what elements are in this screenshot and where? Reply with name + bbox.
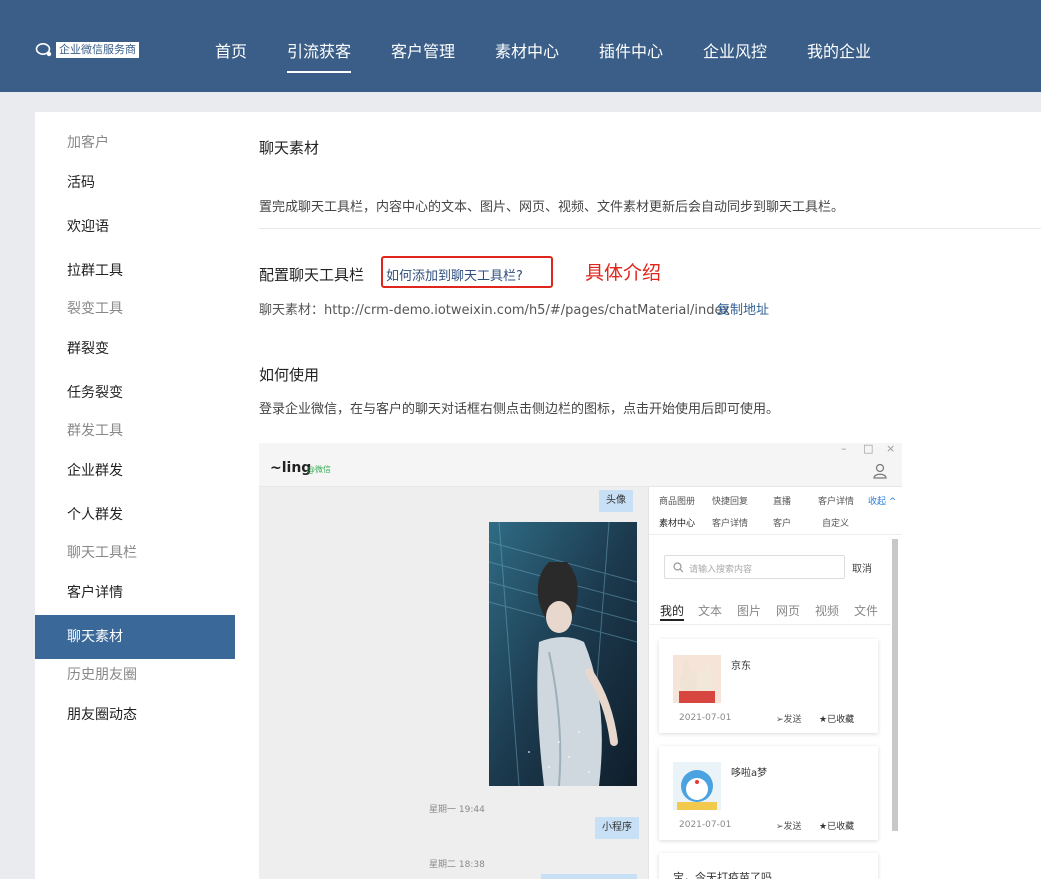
minimize-icon[interactable]: – bbox=[841, 443, 847, 455]
sidebar-item-enterprise-mass-send[interactable]: 企业群发 bbox=[67, 461, 123, 481]
sidebar-panel: 商品图册 快捷回复 直播 客户详情 收起 ^ 素材中心 客户详情 客户 自定义 … bbox=[648, 487, 902, 879]
search-input[interactable]: 请输入搜索内容 bbox=[664, 555, 845, 579]
panel-tab[interactable]: 快捷回复 bbox=[712, 494, 748, 507]
how-to-add-link[interactable]: 如何添加到聊天工具栏? bbox=[386, 265, 523, 284]
content-tab-file[interactable]: 文件 bbox=[854, 602, 878, 619]
user-profile-icon[interactable] bbox=[873, 463, 889, 479]
divider bbox=[649, 534, 902, 535]
sidebar: 加客户 活码 欢迎语 拉群工具 裂变工具 群裂变 任务裂变 群发工具 企业群发 … bbox=[35, 112, 235, 879]
sidebar-item-task-fission[interactable]: 任务裂变 bbox=[67, 383, 123, 403]
search-placeholder: 请输入搜索内容 bbox=[689, 565, 753, 575]
chat-contact-name: ~ling bbox=[270, 460, 312, 476]
annotation-label: 具体介绍 bbox=[585, 262, 662, 284]
scrollbar[interactable] bbox=[892, 539, 898, 831]
active-nav-indicator bbox=[287, 71, 351, 73]
send-button[interactable]: ➢发送 bbox=[776, 712, 802, 725]
doraemon-image-icon bbox=[673, 762, 721, 810]
main-content: 聊天素材 置完成聊天工具栏，内容中心的文本、图片、网页、视频、文件素材更新后会自… bbox=[235, 112, 1041, 879]
chat-message-area: 头像 星期一 19:44 小程序 星期二 18:38 bbox=[259, 487, 648, 879]
page-description: 置完成聊天工具栏，内容中心的文本、图片、网页、视频、文件素材更新后会自动同步到聊… bbox=[259, 200, 845, 215]
nav-customer-management[interactable]: 客户管理 bbox=[391, 41, 455, 63]
sidebar-item-welcome-message[interactable]: 欢迎语 bbox=[67, 217, 109, 237]
nav-plugin-center[interactable]: 插件中心 bbox=[599, 41, 663, 63]
sidebar-item-label: 聊天素材 bbox=[67, 629, 123, 645]
panel-tab-active[interactable]: 素材中心 bbox=[659, 516, 695, 529]
active-tab-indicator bbox=[660, 619, 684, 621]
favorite-button[interactable]: ★已收藏 bbox=[819, 712, 854, 725]
close-icon[interactable]: × bbox=[886, 443, 895, 455]
usage-screenshot: ~ling @微信 – □ × 头像 星期一 19:44 小程序 星期二 18:… bbox=[259, 443, 902, 879]
sidebar-item-personal-mass-send[interactable]: 个人群发 bbox=[67, 505, 123, 525]
content-tab-webpage[interactable]: 网页 bbox=[776, 602, 800, 619]
sidebar-group-mass-send-tools: 群发工具 bbox=[67, 423, 123, 439]
nav-material-center[interactable]: 素材中心 bbox=[495, 41, 559, 63]
content-tab-video[interactable]: 视频 bbox=[815, 602, 839, 619]
panel-tab[interactable]: 客户详情 bbox=[712, 516, 748, 529]
sidebar-group-moments-history: 历史朋友圈 bbox=[67, 667, 137, 683]
howto-section-title: 如何使用 bbox=[259, 366, 320, 384]
sidebar-item-live-code[interactable]: 活码 bbox=[67, 173, 95, 193]
avatar-bubble: 头像 bbox=[599, 490, 633, 512]
favorite-label: 已收藏 bbox=[827, 715, 855, 725]
sidebar-group-add-customer: 加客户 bbox=[67, 135, 109, 151]
collapse-button[interactable]: 收起 ^ bbox=[868, 494, 896, 507]
maximize-icon[interactable]: □ bbox=[863, 443, 873, 455]
nav-lead-generation[interactable]: 引流获客 bbox=[287, 41, 351, 63]
card-date: 2021-07-01 bbox=[679, 820, 732, 830]
sidebar-item-chat-material[interactable]: 聊天素材 bbox=[35, 615, 235, 659]
card-title: 哆啦a梦 bbox=[731, 768, 768, 779]
cancel-button[interactable]: 取消 bbox=[852, 560, 872, 575]
panel-tab[interactable]: 直播 bbox=[773, 494, 791, 507]
sidebar-item-group-pull-tool[interactable]: 拉群工具 bbox=[67, 261, 123, 281]
material-card[interactable]: 京东 2021-07-01 ➢发送 ★已收藏 bbox=[659, 639, 878, 733]
timestamp: 星期二 18:38 bbox=[429, 860, 485, 870]
page-title: 聊天素材 bbox=[259, 139, 320, 157]
card-title: 宝，今天打疫苗了吗 bbox=[673, 871, 772, 879]
send-button[interactable]: ➢发送 bbox=[776, 819, 802, 832]
message-bubble bbox=[541, 874, 637, 879]
logo[interactable]: 企业微信服务商 bbox=[35, 41, 139, 59]
panel-tab[interactable]: 客户详情 bbox=[818, 494, 854, 507]
favorite-button[interactable]: ★已收藏 bbox=[819, 819, 854, 832]
card-title: 京东 bbox=[731, 661, 751, 672]
sidebar-item-group-fission[interactable]: 群裂变 bbox=[67, 339, 109, 359]
plush-toy-image-icon bbox=[673, 655, 721, 703]
divider bbox=[259, 228, 1041, 229]
sidebar-item-moments-feed[interactable]: 朋友圈动态 bbox=[67, 705, 137, 725]
chat-bubble-icon bbox=[35, 43, 52, 57]
material-url: 聊天素材：http://crm-demo.iotweixin.com/h5/#/… bbox=[259, 303, 730, 318]
panel-tab[interactable]: 商品图册 bbox=[659, 494, 695, 507]
send-label: 发送 bbox=[783, 822, 802, 832]
chat-image bbox=[489, 522, 637, 786]
sidebar-item-customer-details[interactable]: 客户详情 bbox=[67, 583, 123, 603]
favorite-label: 已收藏 bbox=[827, 822, 855, 832]
nav-home[interactable]: 首页 bbox=[215, 41, 247, 63]
mini-program-bubble: 小程序 bbox=[595, 817, 639, 839]
nav-risk-control[interactable]: 企业风控 bbox=[703, 41, 767, 63]
woman-illustration-icon bbox=[489, 522, 637, 786]
config-section-title: 配置聊天工具栏 bbox=[259, 266, 365, 284]
chat-source-tag: @微信 bbox=[307, 465, 331, 474]
nav-my-enterprise[interactable]: 我的企业 bbox=[807, 41, 871, 63]
content-tab-text[interactable]: 文本 bbox=[698, 602, 722, 619]
content-tab-image[interactable]: 图片 bbox=[737, 602, 761, 619]
material-card[interactable]: 哆啦a梦 2021-07-01 ➢发送 ★已收藏 bbox=[659, 746, 878, 840]
material-card[interactable]: 宝，今天打疫苗了吗 bbox=[659, 853, 878, 879]
panel-tab[interactable]: 客户 bbox=[773, 516, 791, 529]
copy-address-link[interactable]: 复制地址 bbox=[717, 299, 769, 318]
divider bbox=[649, 624, 891, 625]
logo-text: 企业微信服务商 bbox=[56, 42, 139, 58]
sidebar-group-fission-tools: 裂变工具 bbox=[67, 301, 123, 317]
sidebar-group-chat-toolbar: 聊天工具栏 bbox=[67, 545, 137, 561]
top-navigation-bar: 企业微信服务商 首页 引流获客 客户管理 素材中心 插件中心 企业风控 我的企业 bbox=[0, 0, 1041, 92]
content-tab-mine[interactable]: 我的 bbox=[660, 602, 684, 619]
timestamp: 星期一 19:44 bbox=[429, 805, 485, 815]
panel-tab[interactable]: 自定义 bbox=[822, 516, 849, 529]
card-date: 2021-07-01 bbox=[679, 713, 732, 723]
search-icon bbox=[673, 562, 684, 573]
send-label: 发送 bbox=[783, 715, 802, 725]
chat-window-header: ~ling @微信 – □ × bbox=[259, 443, 902, 487]
howto-description: 登录企业微信，在与客户的聊天对话框右侧点击侧边栏的图标，点击开始使用后即可使用。 bbox=[259, 402, 780, 417]
